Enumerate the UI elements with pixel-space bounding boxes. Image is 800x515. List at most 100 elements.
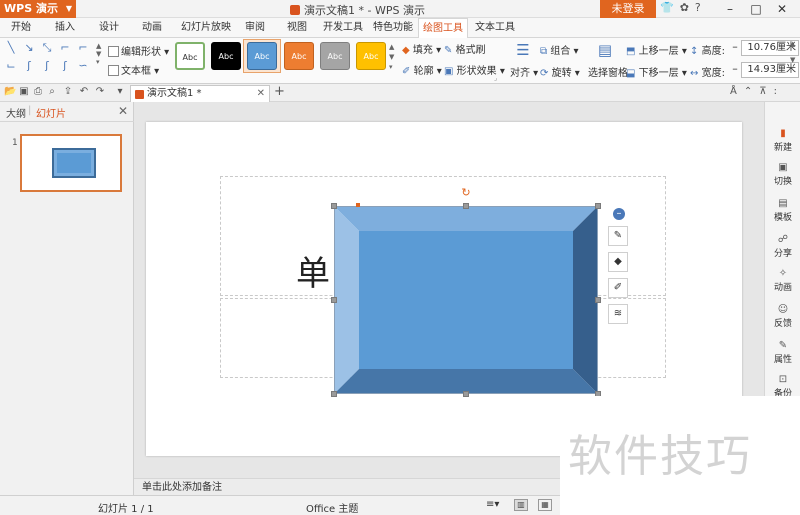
help-icon[interactable]: ? bbox=[695, 1, 701, 14]
skin-icon[interactable]: 👕 bbox=[660, 1, 674, 14]
width-decrement-button[interactable]: – bbox=[730, 62, 740, 78]
feedback-icon[interactable]: ✿ bbox=[680, 1, 689, 14]
sidebar-item-feedback[interactable]: ☺ 反馈 bbox=[765, 304, 800, 329]
send-backward-button[interactable]: ⬓ 下移一层 ▾ bbox=[626, 64, 687, 79]
line-arrow-icon[interactable]: ╲ bbox=[4, 41, 18, 55]
scribble-icon[interactable]: ∽ bbox=[76, 59, 90, 73]
sidebar-item-share[interactable]: ☍ 分享 bbox=[765, 234, 800, 259]
tab-text-tools[interactable]: 文本工具 bbox=[472, 18, 518, 38]
resize-handle-top-left[interactable] bbox=[331, 203, 337, 209]
document-tab[interactable]: 演示文稿1 * ✕ bbox=[130, 85, 270, 102]
redo-icon[interactable]: ↷ bbox=[94, 86, 106, 98]
notes-pane[interactable]: 单击此处添加备注 bbox=[134, 478, 560, 495]
outline-pen-icon[interactable]: ✐ bbox=[608, 278, 628, 298]
up-icon[interactable]: ⌃ bbox=[744, 86, 752, 97]
slide-thumbnail[interactable] bbox=[20, 134, 122, 192]
line-double-arrow-icon[interactable]: ⤡ bbox=[40, 41, 54, 55]
slide-sorter-view-button[interactable]: ▦ bbox=[538, 499, 552, 511]
open-folder-icon[interactable]: 📂 bbox=[4, 86, 16, 98]
shape-style-3[interactable]: Abc bbox=[247, 42, 277, 70]
elbow-connector-icon[interactable]: ⌐ bbox=[58, 41, 72, 55]
curved-connector-icon[interactable]: ʃ bbox=[22, 59, 36, 73]
resize-handle-right[interactable] bbox=[595, 297, 601, 303]
rotate-button[interactable]: ⟳ 旋转 ▾ bbox=[540, 64, 580, 79]
tab-review[interactable]: 审阅 bbox=[240, 18, 270, 38]
maximize-button[interactable]: □ bbox=[744, 0, 768, 18]
tab-insert[interactable]: 插入 bbox=[50, 18, 80, 38]
tab-outline[interactable]: 大纲 bbox=[6, 105, 26, 120]
login-button[interactable]: 未登录 bbox=[600, 0, 656, 18]
edit-shape-button[interactable]: 编辑形状 ▾ bbox=[108, 43, 169, 58]
outline-button[interactable]: ✐ 轮廓 ▾ bbox=[402, 62, 442, 77]
height-decrement-button[interactable]: – bbox=[730, 40, 740, 56]
shape-style-4[interactable]: Abc bbox=[284, 42, 314, 70]
tab-animation[interactable]: 动画 bbox=[137, 18, 167, 38]
tab-drawing-tools[interactable]: 绘图工具 bbox=[418, 18, 468, 39]
curved-double-arrow-icon[interactable]: ʃ bbox=[58, 59, 72, 73]
notes-toggle-icon[interactable]: ≡▾ bbox=[486, 499, 499, 510]
shape-style-5[interactable]: Abc bbox=[320, 42, 350, 70]
elbow-connector-icon[interactable]: ⌙ bbox=[4, 59, 18, 73]
title-text[interactable]: 单 bbox=[296, 246, 330, 295]
options-icon[interactable]: : bbox=[774, 86, 777, 97]
rotate-handle-icon[interactable]: ↻ bbox=[461, 187, 471, 198]
normal-view-button[interactable]: ▥ bbox=[514, 499, 528, 511]
adjust-handle[interactable] bbox=[356, 203, 360, 207]
tab-developer[interactable]: 开发工具 bbox=[320, 18, 366, 38]
bring-forward-button[interactable]: ⬒ 上移一层 ▾ bbox=[626, 42, 687, 57]
sidebar-item-new[interactable]: ▮ 新建 bbox=[765, 128, 800, 153]
fill-bucket-icon[interactable]: ◆ bbox=[608, 252, 628, 272]
collapse-toolbar-icon[interactable]: – bbox=[613, 208, 625, 220]
sidebar-item-properties[interactable]: ✎ 属性 bbox=[765, 340, 800, 365]
resize-handle-bottom-left[interactable] bbox=[331, 391, 337, 397]
curved-arrow-icon[interactable]: ʃ bbox=[40, 59, 54, 73]
width-input[interactable]: 14.93厘米 bbox=[741, 62, 799, 78]
close-tab-icon[interactable]: ✕ bbox=[257, 86, 265, 102]
resize-handle-top[interactable] bbox=[463, 203, 469, 209]
line-arrow-icon[interactable]: ↘ bbox=[22, 41, 36, 55]
print-preview-icon[interactable]: ⌕ bbox=[46, 86, 58, 98]
textbox-icon bbox=[108, 65, 119, 76]
app-menu-button[interactable]: WPS 演示 ▼ bbox=[0, 0, 76, 18]
sidebar-item-animation[interactable]: ✧ 动画 bbox=[765, 268, 800, 293]
print-icon[interactable]: ⎙ bbox=[32, 86, 44, 98]
align-button[interactable]: 对齐 ▾ bbox=[510, 64, 538, 79]
textbox-button[interactable]: 文本框 ▾ bbox=[108, 62, 159, 77]
minimize-button[interactable]: – bbox=[718, 0, 742, 18]
shape-style-6[interactable]: Abc bbox=[356, 42, 386, 70]
tab-home[interactable]: 开始 bbox=[6, 18, 36, 38]
selection-pane-button[interactable]: 选择窗格 bbox=[588, 64, 628, 79]
tab-view[interactable]: 视图 bbox=[282, 18, 312, 38]
fill-button[interactable]: ◆ 填充 ▾ bbox=[402, 41, 441, 56]
layers-icon[interactable]: ≋ bbox=[608, 304, 628, 324]
undo-icon[interactable]: ↶ bbox=[78, 86, 90, 98]
resize-handle-bottom[interactable] bbox=[463, 391, 469, 397]
shape-style-1[interactable]: Abc bbox=[175, 42, 205, 70]
tab-slides[interactable]: 幻灯片 bbox=[36, 105, 66, 120]
ribbon-scroll[interactable]: ▲ ▼ bbox=[790, 40, 795, 64]
format-icon[interactable]: Å bbox=[730, 86, 737, 97]
close-panel-icon[interactable]: ✕ bbox=[118, 104, 128, 118]
sidebar-item-template[interactable]: ▤ 模板 bbox=[765, 198, 800, 223]
shape-style-2[interactable]: Abc bbox=[211, 42, 241, 70]
close-window-button[interactable]: ✕ bbox=[770, 0, 794, 18]
sidebar-item-transition[interactable]: ▣ 切换 bbox=[765, 162, 800, 187]
resize-handle-left[interactable] bbox=[331, 297, 337, 303]
dialog-launcher-icon[interactable]: ⌟ bbox=[494, 74, 497, 82]
save-icon[interactable]: ▣ bbox=[18, 86, 30, 98]
export-icon[interactable]: ⇪ bbox=[62, 86, 74, 98]
tab-features[interactable]: 特色功能 bbox=[370, 18, 416, 38]
elbow-arrow-icon[interactable]: ⌐ bbox=[76, 41, 90, 55]
group-button[interactable]: ⧉ 组合 ▾ bbox=[540, 42, 579, 57]
pin-icon[interactable]: ⊼ bbox=[759, 86, 766, 97]
new-tab-button[interactable]: + bbox=[274, 84, 285, 99]
bevel-shape[interactable] bbox=[334, 206, 598, 394]
customize-dropdown-icon[interactable]: ▾ bbox=[114, 86, 126, 98]
tab-design[interactable]: 设计 bbox=[94, 18, 124, 38]
format-painter-button[interactable]: ✎ 格式刷 bbox=[444, 41, 486, 56]
style-gallery-scroll[interactable]: ▲ ▼ ▾ bbox=[389, 42, 397, 72]
resize-handle-top-right[interactable] bbox=[595, 203, 601, 209]
tab-slideshow[interactable]: 幻灯片放映 bbox=[178, 18, 234, 38]
edit-shape-icon[interactable]: ✎ bbox=[608, 226, 628, 246]
gallery-scroll[interactable]: ▲ ▼ ▾ bbox=[96, 42, 101, 66]
